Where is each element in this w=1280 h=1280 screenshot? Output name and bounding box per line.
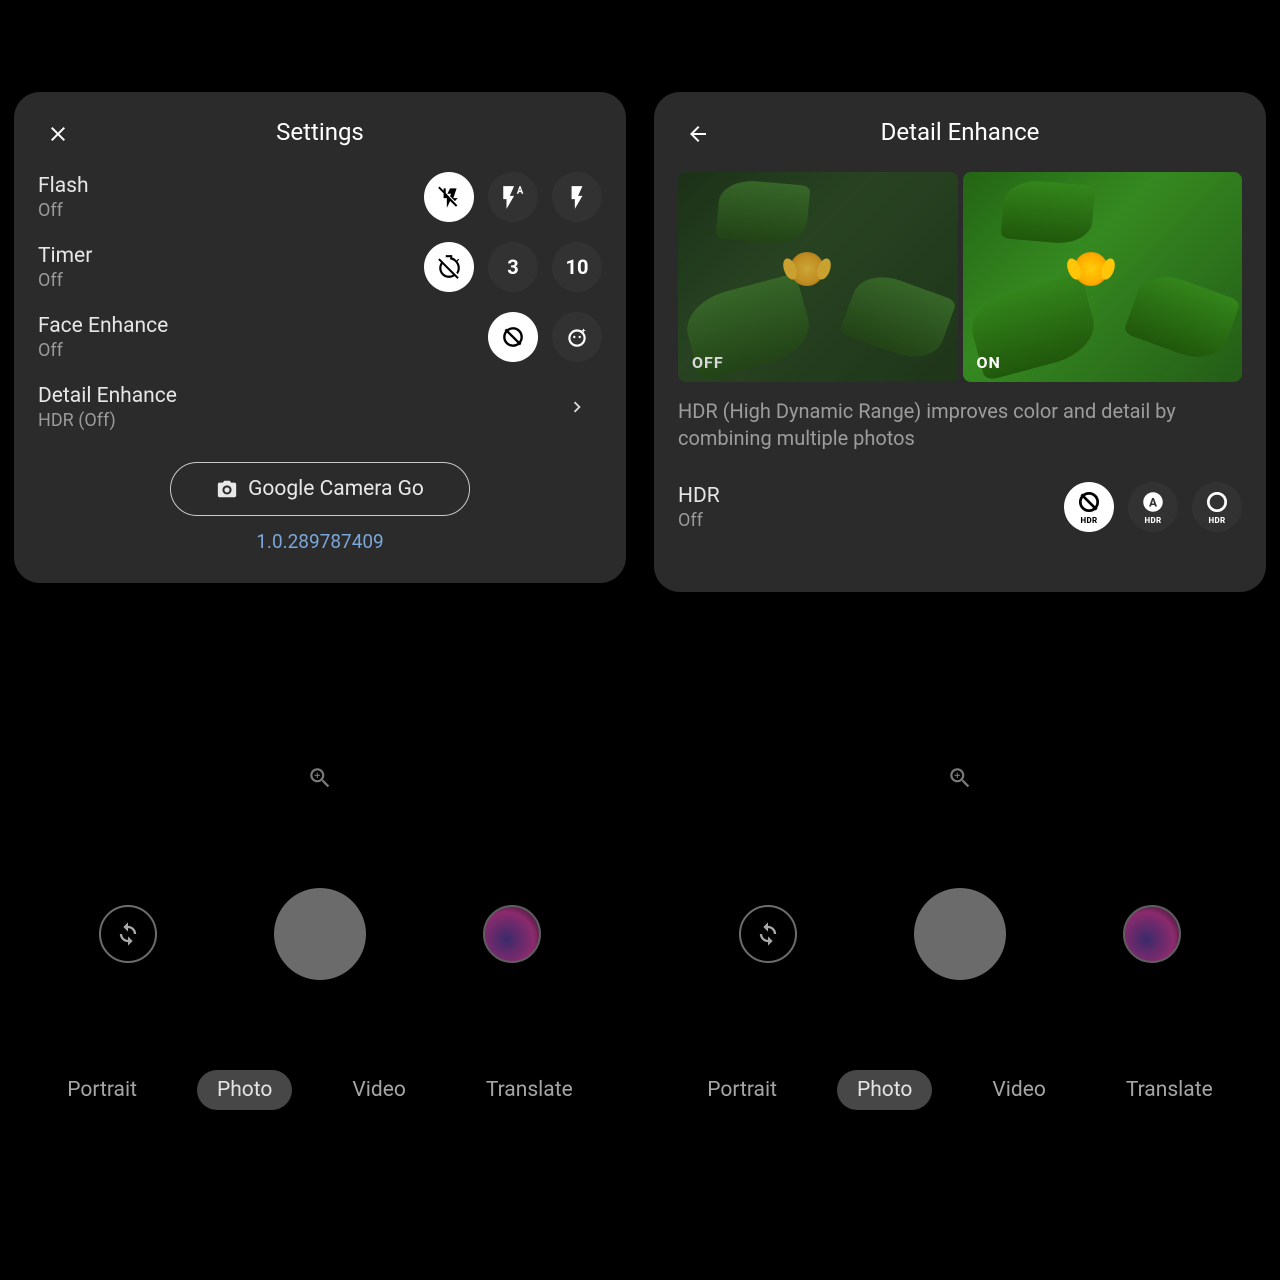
timer-off-icon: [436, 254, 462, 280]
timer-label: Timer: [38, 244, 92, 268]
settings-panel: Settings Flash Off Tim: [14, 92, 626, 583]
timer-3-option[interactable]: 3: [488, 242, 538, 292]
flash-label: Flash: [38, 174, 89, 198]
face-enhance-value: Off: [38, 340, 168, 361]
face-enhance-label: Face Enhance: [38, 314, 168, 338]
timer-10-option[interactable]: 10: [552, 242, 602, 292]
zoom-in-icon: [947, 765, 973, 791]
zoom-in-button[interactable]: [947, 765, 973, 795]
arrow-back-icon: [686, 122, 710, 146]
panel-title: Detail Enhance: [881, 118, 1040, 146]
setting-row-face-enhance: Face Enhance Off: [38, 312, 602, 362]
hdr-label: HDR: [678, 484, 720, 508]
detail-enhance-value: HDR (Off): [38, 410, 177, 431]
mode-photo[interactable]: Photo: [837, 1070, 932, 1110]
face-sparkle-icon: [564, 324, 590, 350]
hdr-on-label: HDR: [1209, 516, 1226, 525]
shutter-button[interactable]: [914, 888, 1006, 980]
face-enhance-on-option[interactable]: [552, 312, 602, 362]
flash-auto-option[interactable]: [488, 172, 538, 222]
mode-photo[interactable]: Photo: [197, 1070, 292, 1110]
setting-row-flash: Flash Off: [38, 172, 602, 222]
hdr-value: Off: [678, 510, 720, 531]
setting-row-timer: Timer Off 3 10: [38, 242, 602, 292]
close-button[interactable]: [42, 118, 74, 150]
back-button[interactable]: [682, 118, 714, 150]
app-button-label: Google Camera Go: [248, 477, 424, 501]
mode-portrait[interactable]: Portrait: [47, 1070, 157, 1110]
switch-camera-icon: [754, 920, 782, 948]
detail-enhance-label: Detail Enhance: [38, 384, 177, 408]
preview-on-tag: ON: [977, 353, 1001, 372]
timer-off-option[interactable]: [424, 242, 474, 292]
face-off-icon: [500, 324, 526, 350]
close-icon: [46, 122, 70, 146]
hdr-auto-option[interactable]: A HDR: [1128, 482, 1178, 532]
hdr-on-option[interactable]: HDR: [1192, 482, 1242, 532]
hdr-on-icon: [1204, 489, 1230, 515]
hdr-off-option[interactable]: HDR: [1064, 482, 1114, 532]
svg-text:A: A: [1149, 495, 1158, 509]
hdr-off-icon: [1076, 489, 1102, 515]
flash-on-icon: [564, 184, 590, 210]
mode-translate[interactable]: Translate: [1106, 1070, 1233, 1110]
hdr-off-label: HDR: [1081, 516, 1098, 525]
mode-video[interactable]: Video: [972, 1070, 1065, 1110]
detail-enhance-panel: Detail Enhance OFF ON HDR (High Dynamic …: [654, 92, 1266, 592]
setting-row-hdr: HDR Off HDR A HDR HDR: [678, 482, 1242, 532]
setting-row-detail-enhance[interactable]: Detail Enhance HDR (Off): [38, 382, 602, 432]
flash-off-option[interactable]: [424, 172, 474, 222]
flash-value: Off: [38, 200, 89, 221]
preview-off-tag: OFF: [692, 353, 724, 372]
flash-auto-icon: [500, 184, 526, 210]
camera-icon: [216, 478, 238, 500]
gallery-thumbnail[interactable]: [1123, 905, 1181, 963]
switch-camera-button[interactable]: [739, 905, 797, 963]
preview-off: OFF: [678, 172, 958, 382]
flash-on-option[interactable]: [552, 172, 602, 222]
zoom-in-button[interactable]: [307, 765, 333, 795]
detail-enhance-chevron[interactable]: [552, 382, 602, 432]
switch-camera-button[interactable]: [99, 905, 157, 963]
google-camera-go-button[interactable]: Google Camera Go: [170, 462, 470, 516]
hdr-description: HDR (High Dynamic Range) improves color …: [678, 398, 1242, 452]
timer-value: Off: [38, 270, 92, 291]
mode-portrait[interactable]: Portrait: [687, 1070, 797, 1110]
version-text: 1.0.289787409: [38, 530, 602, 553]
panel-title: Settings: [276, 118, 364, 146]
mode-translate[interactable]: Translate: [466, 1070, 593, 1110]
mode-video[interactable]: Video: [332, 1070, 425, 1110]
zoom-in-icon: [307, 765, 333, 791]
face-enhance-off-option[interactable]: [488, 312, 538, 362]
flash-off-icon: [436, 184, 462, 210]
hdr-auto-label: HDR: [1145, 516, 1162, 525]
preview-on: ON: [963, 172, 1243, 382]
gallery-thumbnail[interactable]: [483, 905, 541, 963]
hdr-auto-icon: A: [1140, 489, 1166, 515]
switch-camera-icon: [114, 920, 142, 948]
chevron-right-icon: [566, 396, 588, 418]
shutter-button[interactable]: [274, 888, 366, 980]
